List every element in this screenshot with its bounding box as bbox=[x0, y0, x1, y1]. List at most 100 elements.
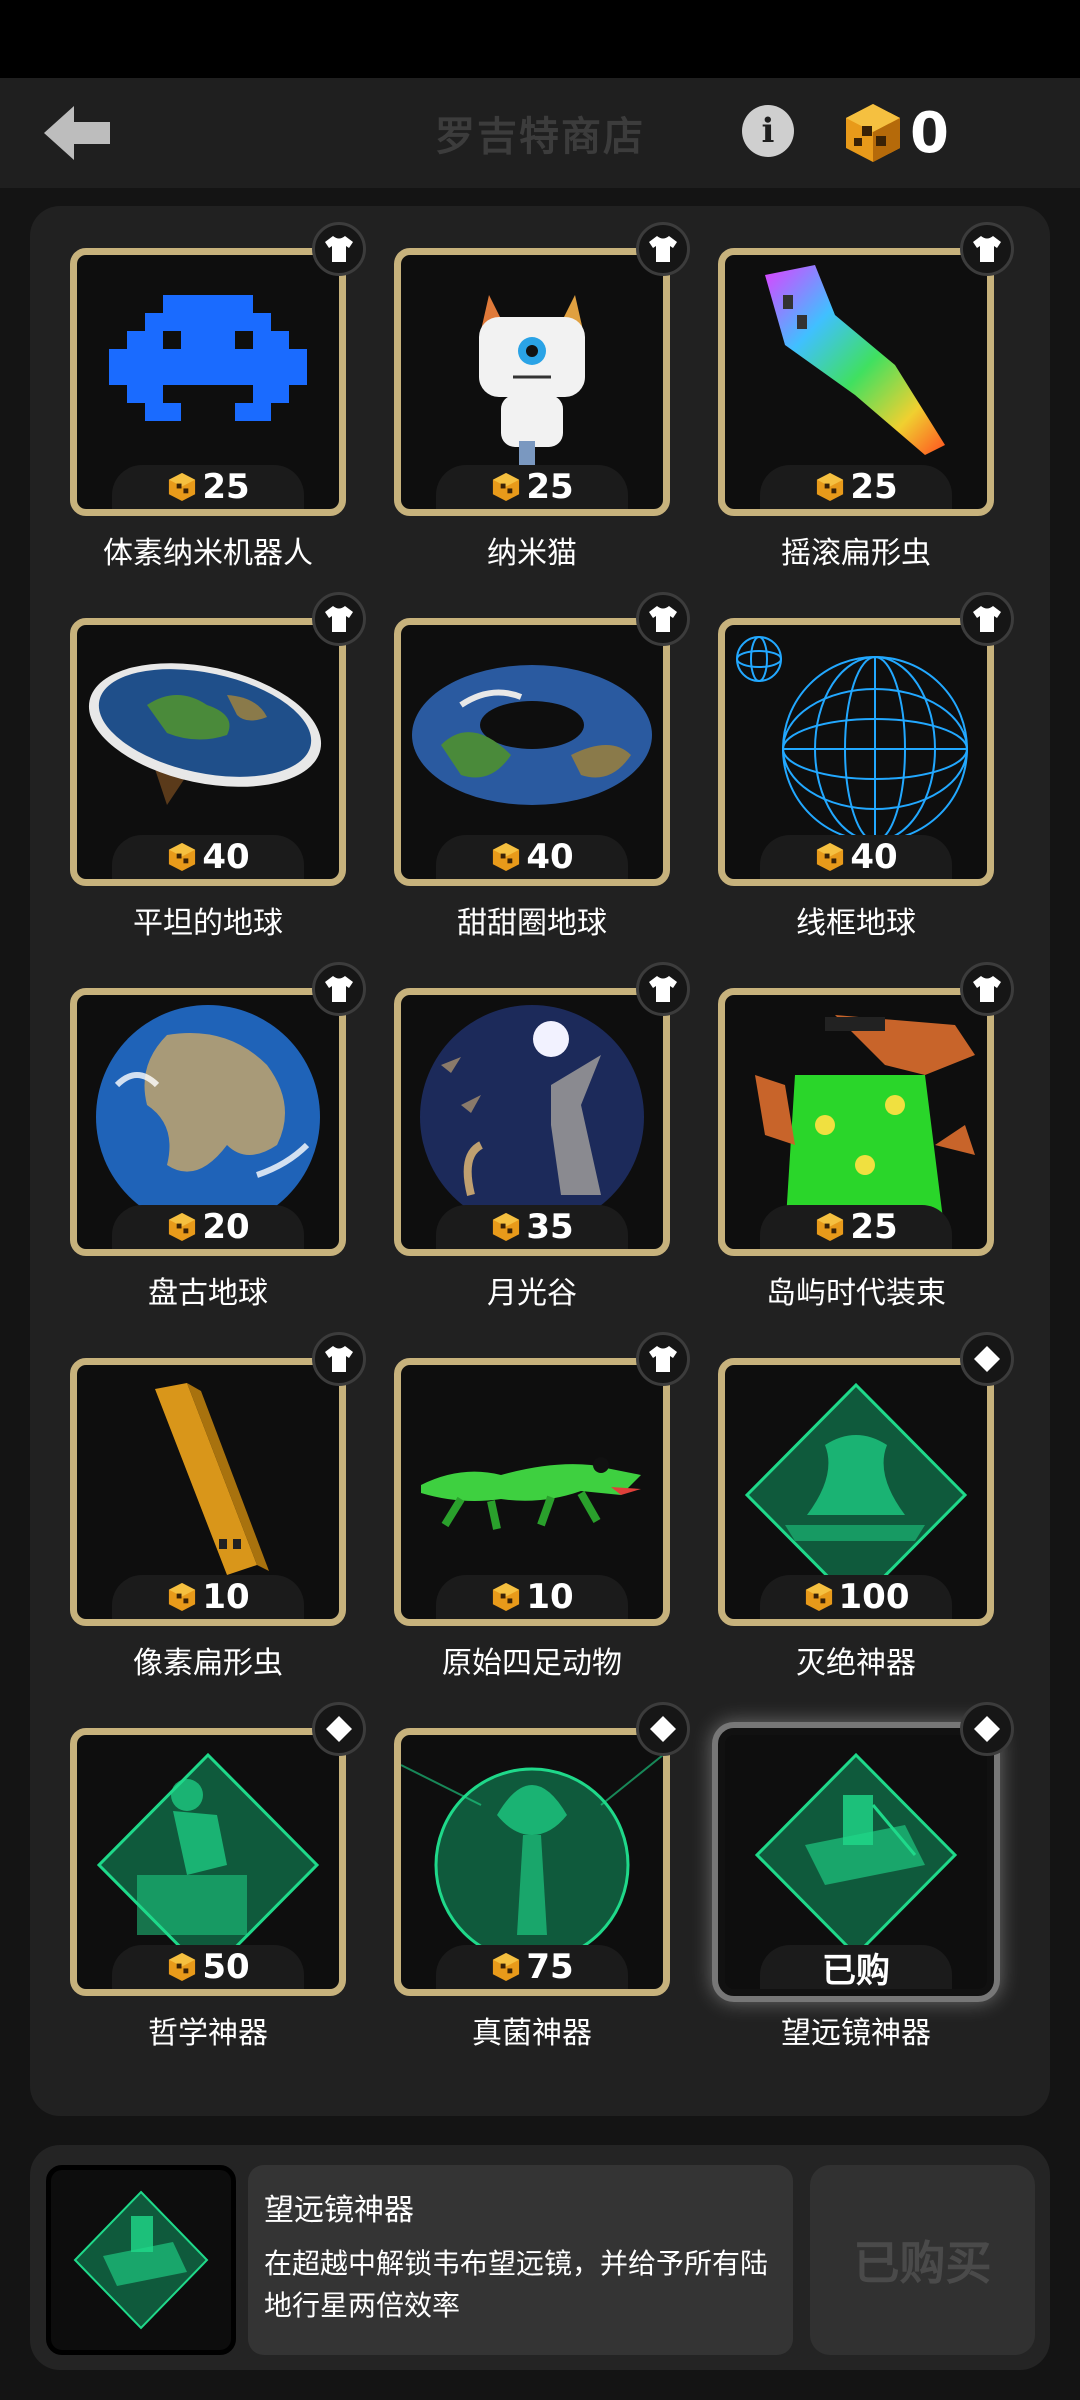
shop-item[interactable]: 25 岛屿时代装束 bbox=[678, 946, 1014, 1316]
shop-item[interactable]: 50 哲学神器 bbox=[30, 1686, 366, 2056]
shirt-icon bbox=[325, 976, 353, 1002]
info-icon: i bbox=[761, 111, 775, 151]
nano-cat-image bbox=[479, 295, 585, 471]
price-value: 20 bbox=[202, 1207, 250, 1247]
item-card[interactable]: 75 bbox=[394, 1728, 670, 1996]
price-tag: 25 bbox=[112, 465, 304, 509]
shop-item[interactable]: 10 原始四足动物 bbox=[354, 1316, 690, 1686]
telescope-artifact-image bbox=[73, 2190, 209, 2330]
shirt-icon bbox=[649, 236, 677, 262]
currency-amount: 0 bbox=[910, 100, 949, 166]
fungi-artifact-image bbox=[401, 1754, 663, 1955]
price-tag: 35 bbox=[436, 1205, 628, 1249]
selected-item-description: 在超越中解锁韦布望远镜，并给予所有陆地行星两倍效率 bbox=[264, 2247, 769, 2322]
cube-currency-icon bbox=[169, 472, 196, 502]
price-value: 35 bbox=[526, 1207, 574, 1247]
philosophy-artifact-image bbox=[96, 1752, 320, 1955]
cube-currency-icon bbox=[493, 472, 520, 502]
price-value: 25 bbox=[850, 467, 898, 507]
item-card[interactable]: 100 bbox=[718, 1358, 994, 1626]
shirt-icon bbox=[325, 236, 353, 262]
cosmetic-badge bbox=[960, 222, 1014, 276]
cube-currency-icon bbox=[817, 472, 844, 502]
artifact-badge bbox=[960, 1332, 1014, 1386]
price-value: 75 bbox=[526, 1947, 574, 1987]
price-tag: 25 bbox=[436, 465, 628, 509]
item-name: 真菌神器 bbox=[472, 2016, 592, 2051]
item-card[interactable]: 20 bbox=[70, 988, 346, 1256]
item-card[interactable]: 10 bbox=[70, 1358, 346, 1626]
shop-item[interactable]: 40 甜甜圈地球 bbox=[354, 576, 690, 946]
cube-currency-icon bbox=[817, 1212, 844, 1242]
shop-item[interactable]: 40 平坦的地球 bbox=[30, 576, 366, 946]
shop-item[interactable]: 已购 望远镜神器 bbox=[678, 1686, 1014, 2056]
item-name: 岛屿时代装束 bbox=[766, 1276, 946, 1311]
cube-currency-icon bbox=[169, 1212, 196, 1242]
shop-item[interactable]: 35 月光谷 bbox=[354, 946, 690, 1316]
shop-item[interactable]: 25 摇滚扁形虫 bbox=[678, 206, 1014, 576]
item-card[interactable]: 25 bbox=[718, 988, 994, 1256]
item-card-selected[interactable]: 已购 bbox=[718, 1728, 994, 1996]
shop-item[interactable]: 25 纳米猫 bbox=[354, 206, 690, 576]
shirt-icon bbox=[649, 1346, 677, 1372]
purchased-button[interactable]: 已购买 bbox=[810, 2165, 1035, 2355]
price-value: 10 bbox=[526, 1577, 574, 1617]
info-button[interactable]: i bbox=[742, 105, 794, 157]
shop-item[interactable]: 40 线框地球 bbox=[678, 576, 1014, 946]
header-bar: 罗吉特商店 i 0 bbox=[0, 78, 1080, 188]
extinction-artifact-image bbox=[744, 1382, 968, 1585]
shop-item[interactable]: 100 灭绝神器 bbox=[678, 1316, 1014, 1686]
diamond-icon bbox=[326, 1716, 352, 1742]
price-tag: 75 bbox=[436, 1945, 628, 1989]
price-value: 40 bbox=[526, 837, 574, 877]
shirt-icon bbox=[973, 976, 1001, 1002]
rainbow-flatworm-image bbox=[765, 265, 945, 455]
shop-item[interactable]: 75 真菌神器 bbox=[354, 1686, 690, 2056]
primitive-tetrapod-image bbox=[421, 1457, 641, 1530]
price-tag: 10 bbox=[112, 1575, 304, 1619]
diamond-icon bbox=[974, 1716, 1000, 1742]
price-value: 100 bbox=[838, 1577, 910, 1617]
price-value: 25 bbox=[850, 1207, 898, 1247]
shop-item[interactable]: 20 盘古地球 bbox=[30, 946, 366, 1316]
item-card[interactable]: 25 bbox=[718, 248, 994, 516]
selected-item-thumbnail bbox=[46, 2165, 236, 2355]
shop-item[interactable]: 10 像素扁形虫 bbox=[30, 1316, 366, 1686]
price-tag: 25 bbox=[760, 465, 952, 509]
item-name: 望远镜神器 bbox=[781, 2016, 931, 2051]
owned-label: 已购 bbox=[822, 1950, 890, 1991]
price-value: 25 bbox=[526, 467, 574, 507]
item-card[interactable]: 40 bbox=[718, 618, 994, 886]
item-name: 摇滚扁形虫 bbox=[781, 536, 931, 571]
price-value: 40 bbox=[202, 837, 250, 877]
item-card[interactable]: 35 bbox=[394, 988, 670, 1256]
cube-currency-icon bbox=[493, 1582, 520, 1612]
shop-item[interactable]: 25 体素纳米机器人 bbox=[30, 206, 366, 576]
item-card[interactable]: 25 bbox=[70, 248, 346, 516]
price-tag: 20 bbox=[112, 1205, 304, 1249]
cube-currency-icon bbox=[805, 1582, 832, 1612]
pixel-flatworm-image bbox=[155, 1383, 269, 1575]
item-card[interactable]: 40 bbox=[394, 618, 670, 886]
cosmetic-badge bbox=[960, 592, 1014, 646]
price-value: 10 bbox=[202, 1577, 250, 1617]
flat-earth-image bbox=[88, 663, 322, 805]
wireframe-earth-image bbox=[736, 636, 968, 842]
cube-currency-icon bbox=[817, 842, 844, 872]
item-card[interactable]: 50 bbox=[70, 1728, 346, 1996]
price-tag: 50 bbox=[112, 1945, 304, 1989]
owned-tag: 已购 bbox=[760, 1945, 952, 1989]
telescope-artifact-image bbox=[754, 1752, 958, 1955]
shirt-icon bbox=[325, 606, 353, 632]
item-name: 纳米猫 bbox=[487, 536, 577, 571]
price-tag: 100 bbox=[760, 1575, 952, 1619]
item-name: 灭绝神器 bbox=[796, 1646, 916, 1681]
item-card[interactable]: 40 bbox=[70, 618, 346, 886]
item-card[interactable]: 25 bbox=[394, 248, 670, 516]
shop-grid-panel: 25 体素纳米机器人 25 纳米猫 25 摇滚扁形虫 40 平坦的地球 40 甜… bbox=[30, 206, 1050, 2116]
currency-display: 0 bbox=[840, 98, 949, 168]
cube-currency-icon bbox=[169, 842, 196, 872]
item-card[interactable]: 10 bbox=[394, 1358, 670, 1626]
price-value: 50 bbox=[202, 1947, 250, 1987]
shirt-icon bbox=[649, 606, 677, 632]
